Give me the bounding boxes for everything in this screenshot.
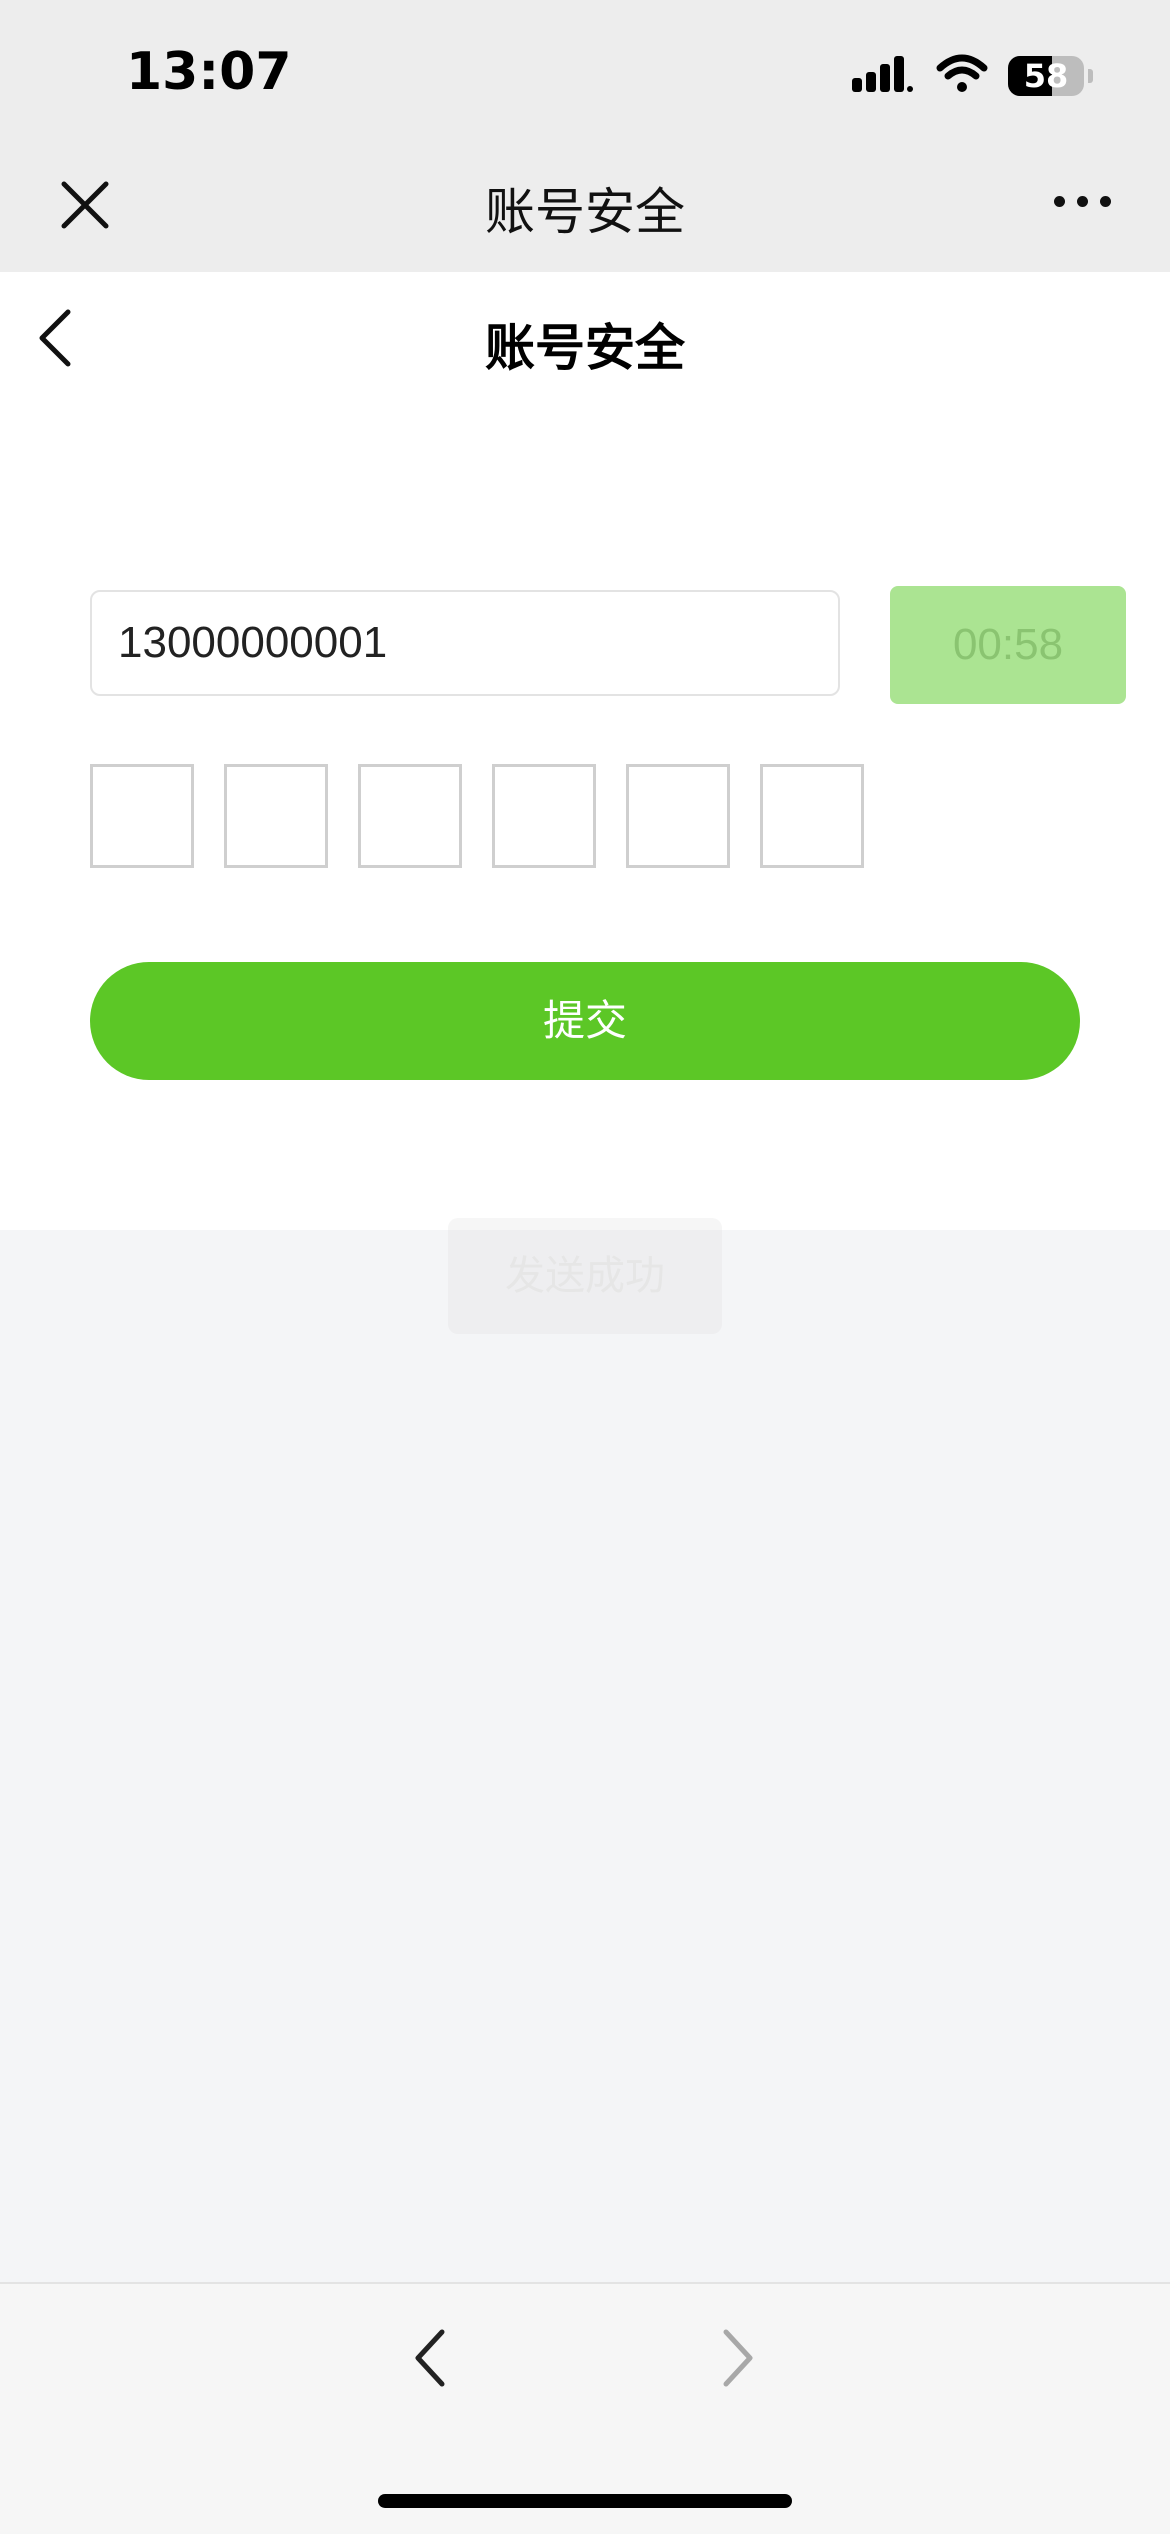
nav-forward-icon[interactable] — [718, 2326, 758, 2390]
phone-input[interactable]: 13000000001 — [90, 590, 840, 696]
more-icon[interactable] — [1054, 196, 1114, 216]
top-chrome: 13:07 58 账号安全 — [0, 0, 1170, 272]
code-box-6[interactable] — [760, 764, 864, 868]
submit-button[interactable]: 提交 — [90, 962, 1080, 1080]
page-title: 账号安全 — [485, 319, 685, 377]
battery-level: 58 — [1023, 57, 1069, 95]
resend-countdown-button[interactable]: 00:58 — [890, 586, 1126, 704]
toast-message: 发送成功 — [448, 1218, 722, 1334]
code-box-1[interactable] — [90, 764, 194, 868]
nav-back-icon[interactable] — [410, 2326, 450, 2390]
top-bar-title: 账号安全 — [485, 183, 685, 241]
code-box-5[interactable] — [626, 764, 730, 868]
signal-icon — [852, 56, 913, 92]
code-box-2[interactable] — [224, 764, 328, 868]
wifi-icon — [936, 54, 988, 92]
verification-code-row — [90, 764, 864, 868]
battery-icon: 58 — [1008, 56, 1093, 96]
code-box-4[interactable] — [492, 764, 596, 868]
code-box-3[interactable] — [358, 764, 462, 868]
home-indicator[interactable] — [378, 2494, 792, 2508]
bottom-nav-bar — [0, 2282, 1170, 2534]
account-security-page: 账号安全 13000000001 00:58 提交 — [0, 272, 1170, 1230]
status-time: 13:07 — [126, 42, 292, 102]
